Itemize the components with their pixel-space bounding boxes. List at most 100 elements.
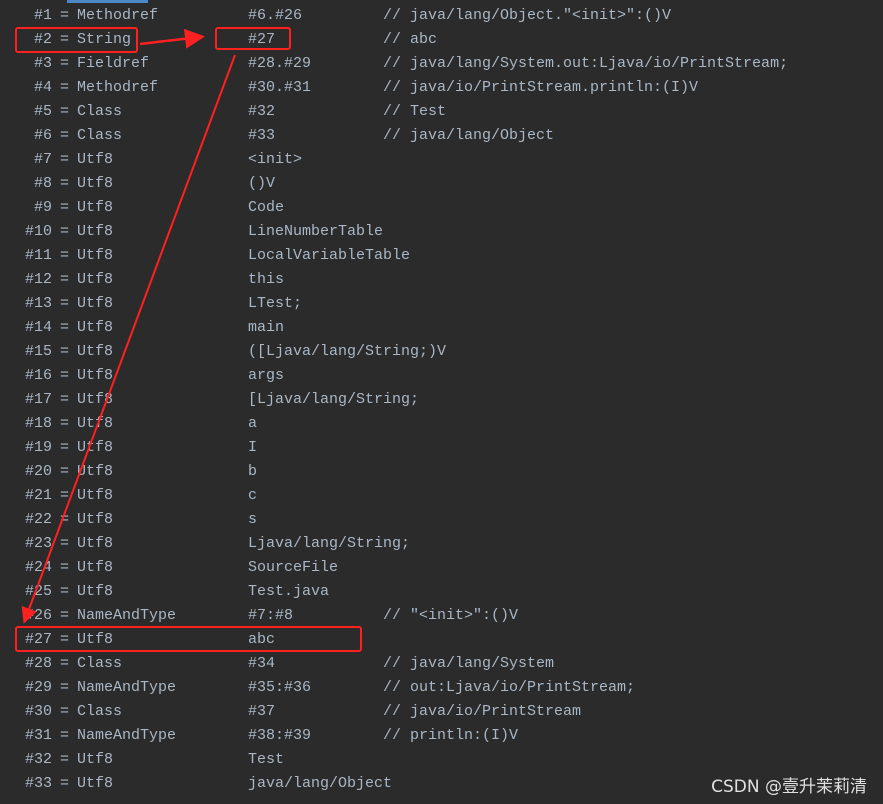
equals-sign: = bbox=[60, 367, 70, 384]
entry-index: #17 bbox=[24, 391, 52, 408]
constant-pool-entry: #32 Utf8 Test = bbox=[0, 748, 883, 772]
constant-pool-entry: #19 Utf8 I = bbox=[0, 436, 883, 460]
equals-sign: = bbox=[60, 55, 70, 72]
entry-index: #32 bbox=[24, 751, 52, 768]
entry-type: Utf8 bbox=[77, 631, 114, 648]
entry-value: #35:#36 bbox=[248, 679, 312, 696]
equals-sign: = bbox=[60, 559, 70, 576]
entry-index: #14 bbox=[24, 319, 52, 336]
entry-index: #27 bbox=[24, 631, 52, 648]
constant-pool-entry: #16 Utf8 args = bbox=[0, 364, 883, 388]
entry-value: #7:#8 bbox=[248, 607, 294, 624]
constant-pool-entry: #17 Utf8 [Ljava/lang/String; = bbox=[0, 388, 883, 412]
equals-sign: = bbox=[60, 319, 70, 336]
constant-pool-entry: #11 Utf8 LocalVariableTable = bbox=[0, 244, 883, 268]
entry-index: #13 bbox=[24, 295, 52, 312]
entry-comment: // java/lang/Object bbox=[383, 127, 555, 144]
constant-pool-entry: #12 Utf8 this = bbox=[0, 268, 883, 292]
entry-type: Methodref bbox=[77, 79, 159, 96]
entry-comment: // java/lang/System.out:Ljava/io/PrintSt… bbox=[383, 55, 789, 72]
entry-value: Code bbox=[248, 199, 285, 216]
entry-index: #10 bbox=[24, 223, 52, 240]
entry-type: NameAndType bbox=[77, 727, 177, 744]
constant-pool-entry: #7 Utf8 <init> = bbox=[0, 148, 883, 172]
constant-pool-entry: #3 Fieldref #28.#29 // java/lang/System.out… bbox=[0, 52, 883, 76]
entry-type: Class bbox=[77, 103, 123, 120]
constant-pool-entry: #4 Methodref #30.#31 // java/io/PrintStream… bbox=[0, 76, 883, 100]
equals-sign: = bbox=[60, 727, 70, 744]
entry-value: ([Ljava/lang/String;)V bbox=[248, 343, 447, 360]
entry-value: #33 bbox=[248, 127, 276, 144]
entry-value: <init> bbox=[248, 151, 303, 168]
entry-value: Ljava/lang/String; bbox=[248, 535, 411, 552]
entry-index: #33 bbox=[24, 775, 52, 792]
equals-sign: = bbox=[60, 463, 70, 480]
entry-index: #23 bbox=[24, 535, 52, 552]
equals-sign: = bbox=[60, 751, 70, 768]
entry-type: Utf8 bbox=[77, 175, 114, 192]
entry-type: Utf8 bbox=[77, 535, 114, 552]
entry-value: LocalVariableTable bbox=[248, 247, 411, 264]
entry-type: Class bbox=[77, 127, 123, 144]
constant-pool-entry: #31 NameAndType #38:#39 // println:(I)V = bbox=[0, 724, 883, 748]
equals-sign: = bbox=[60, 175, 70, 192]
entry-value: b bbox=[248, 463, 258, 480]
constant-pool-entry: #10 Utf8 LineNumberTable = bbox=[0, 220, 883, 244]
entry-value: #30.#31 bbox=[248, 79, 312, 96]
entry-comment: // println:(I)V bbox=[383, 727, 519, 744]
entry-index: #19 bbox=[24, 439, 52, 456]
entry-comment: // abc bbox=[383, 31, 438, 48]
entry-type: Utf8 bbox=[77, 415, 114, 432]
constant-pool-entry: #2 String #27 // abc = bbox=[0, 28, 883, 52]
entry-value: ()V bbox=[248, 175, 276, 192]
equals-sign: = bbox=[60, 391, 70, 408]
entry-index: #24 bbox=[24, 559, 52, 576]
constant-pool-entry: #30 Class #37 // java/io/PrintStream = bbox=[0, 700, 883, 724]
entry-value: abc bbox=[248, 631, 276, 648]
constant-pool-entry: #13 Utf8 LTest; = bbox=[0, 292, 883, 316]
entry-comment: // out:Ljava/io/PrintStream; bbox=[383, 679, 636, 696]
entry-value: [Ljava/lang/String; bbox=[248, 391, 420, 408]
entry-type: Utf8 bbox=[77, 751, 114, 768]
entry-value: #6.#26 bbox=[248, 7, 303, 24]
entry-type: Fieldref bbox=[77, 55, 150, 72]
entry-index: #31 bbox=[24, 727, 52, 744]
constant-pool-entry: #18 Utf8 a = bbox=[0, 412, 883, 436]
entry-value: s bbox=[248, 511, 258, 528]
entry-type: Utf8 bbox=[77, 199, 114, 216]
equals-sign: = bbox=[60, 775, 70, 792]
constant-pool-entry: #8 Utf8 ()V = bbox=[0, 172, 883, 196]
constant-pool-entry: #21 Utf8 c = bbox=[0, 484, 883, 508]
equals-sign: = bbox=[60, 79, 70, 96]
constant-pool-entry: #20 Utf8 b = bbox=[0, 460, 883, 484]
entry-type: Utf8 bbox=[77, 487, 114, 504]
equals-sign: = bbox=[60, 151, 70, 168]
entry-value: #38:#39 bbox=[248, 727, 312, 744]
entry-value: args bbox=[248, 367, 285, 384]
constant-pool-entry: #29 NameAndType #35:#36 // out:Ljava/io/Pri… bbox=[0, 676, 883, 700]
equals-sign: = bbox=[60, 127, 70, 144]
entry-index: #30 bbox=[24, 703, 52, 720]
entry-index: #26 bbox=[24, 607, 52, 624]
active-tab-indicator bbox=[67, 0, 148, 3]
entry-type: Utf8 bbox=[77, 223, 114, 240]
equals-sign: = bbox=[60, 247, 70, 264]
equals-sign: = bbox=[60, 487, 70, 504]
entry-value: #28.#29 bbox=[248, 55, 312, 72]
entry-index: #1 bbox=[33, 7, 52, 24]
equals-sign: = bbox=[60, 295, 70, 312]
watermark: CSDN @壹升茉莉清 bbox=[711, 777, 867, 797]
constant-pool-entry: #23 Utf8 Ljava/lang/String; = bbox=[0, 532, 883, 556]
entry-type: Utf8 bbox=[77, 559, 114, 576]
entry-type: Utf8 bbox=[77, 583, 114, 600]
constant-pool-entry: #27 Utf8 abc = bbox=[0, 628, 883, 652]
entry-index: #9 bbox=[33, 199, 52, 216]
entry-index: #11 bbox=[24, 247, 52, 264]
constant-pool-entry: #5 Class #32 // Test = bbox=[0, 100, 883, 124]
entry-value: Test.java bbox=[248, 583, 330, 600]
equals-sign: = bbox=[60, 607, 70, 624]
entry-comment: // Test bbox=[383, 103, 447, 120]
entry-value: LineNumberTable bbox=[248, 223, 384, 240]
entry-value: LTest; bbox=[248, 295, 303, 312]
entry-index: #29 bbox=[24, 679, 52, 696]
